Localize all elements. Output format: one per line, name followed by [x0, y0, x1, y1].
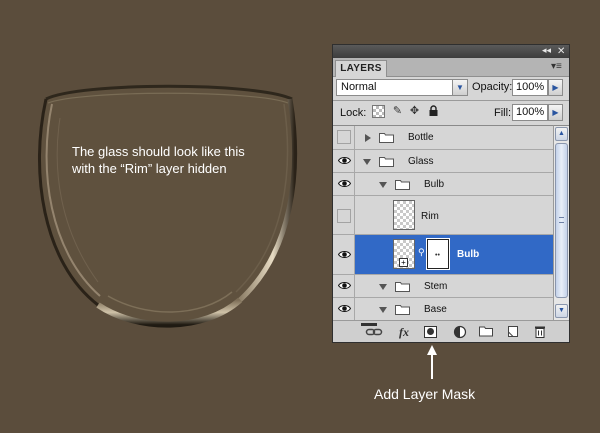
fill-field[interactable]: 100%	[512, 104, 548, 121]
new-group-button[interactable]	[477, 324, 495, 340]
scroll-grip-icon	[559, 217, 564, 223]
visibility-cell[interactable]	[333, 275, 355, 297]
eye-icon[interactable]	[338, 156, 351, 165]
layer-row-stem[interactable]: Stem	[333, 275, 553, 298]
eye-icon[interactable]	[338, 250, 351, 259]
lock-image-pixels-icon[interactable]: ✎	[391, 105, 404, 118]
collapse-arrow-icon[interactable]	[379, 307, 387, 313]
fill-label: Fill:	[494, 107, 512, 119]
layer-row-rim[interactable]: Rim	[333, 196, 553, 235]
lock-transparent-pixels-icon[interactable]	[372, 105, 385, 118]
collapse-arrow-icon[interactable]	[363, 159, 371, 165]
collapse-arrow-icon[interactable]	[379, 284, 387, 290]
expand-arrow-icon[interactable]	[365, 134, 371, 142]
mask-dots-icon: ••	[435, 252, 440, 259]
panel-titlebar[interactable]: ◂◂ ✕	[333, 45, 569, 58]
layer-row-bulb-group[interactable]: Bulb	[333, 173, 553, 196]
mask-circle-icon	[427, 328, 434, 335]
blend-mode-value: Normal	[341, 81, 377, 93]
layer-name: Bulb	[424, 179, 445, 190]
visibility-cell[interactable]	[333, 126, 355, 149]
new-layer-button[interactable]	[504, 324, 522, 340]
layer-style-button[interactable]: fx	[395, 324, 413, 340]
layer-name: Base	[424, 304, 447, 315]
visibility-cell[interactable]	[333, 173, 355, 195]
layer-row-base[interactable]: Base	[333, 298, 553, 320]
opacity-field[interactable]: 100%	[512, 79, 548, 96]
layer-name: Glass	[408, 156, 434, 167]
folder-icon	[379, 157, 394, 167]
link-icon[interactable]: ⚲	[418, 247, 425, 258]
blend-mode-select[interactable]: Normal ▼	[336, 79, 468, 96]
layer-name: Rim	[421, 211, 439, 222]
layer-row-glass[interactable]: Glass	[333, 150, 553, 173]
eye-icon[interactable]	[338, 304, 351, 313]
panel-tabbar: LAYERS ▾≡	[333, 58, 569, 77]
link-layers-button[interactable]	[365, 324, 383, 340]
eye-icon[interactable]	[338, 179, 351, 188]
collapse-arrow-icon[interactable]	[379, 182, 387, 188]
eye-icon[interactable]	[338, 281, 351, 290]
scroll-down-button[interactable]: ▼	[555, 304, 568, 318]
visibility-cell[interactable]	[333, 196, 355, 234]
layers-toolbar: fx	[333, 320, 569, 342]
layer-name: Bulb	[457, 249, 480, 260]
layer-name: Stem	[424, 281, 448, 292]
add-layer-mask-button[interactable]	[422, 324, 440, 340]
visibility-cell[interactable]	[333, 298, 355, 320]
panel-menu-icon[interactable]: ▾≡	[551, 60, 562, 74]
layer-thumbnail	[393, 200, 415, 230]
layers-list: Bottle Glass Bulb Rim + ⚲ •• Bulb Stem B…	[333, 125, 553, 320]
callout-label: Add Layer Mask	[374, 386, 476, 402]
chevron-down-icon[interactable]: ▼	[452, 80, 467, 95]
layer-mask-thumbnail[interactable]: ••	[426, 238, 450, 270]
folder-icon	[395, 180, 410, 190]
visibility-empty-box[interactable]	[337, 209, 351, 223]
folder-icon	[395, 282, 410, 292]
scroll-up-button[interactable]: ▲	[555, 127, 568, 141]
adjustment-layer-button[interactable]	[451, 324, 469, 340]
tab-layers[interactable]: LAYERS	[335, 60, 387, 77]
visibility-cell[interactable]	[333, 150, 355, 172]
opacity-slider-button[interactable]: ▶	[548, 79, 563, 96]
divider	[333, 100, 569, 101]
lock-label: Lock:	[340, 107, 367, 119]
visibility-empty-box[interactable]	[337, 130, 351, 144]
layers-panel: ◂◂ ✕ LAYERS ▾≡ Normal ▼ Opacity: 100% ▶ …	[332, 44, 570, 343]
folder-icon	[379, 133, 394, 143]
lock-all-icon[interactable]	[427, 105, 440, 118]
scroll-thumb[interactable]	[555, 143, 568, 298]
collapse-panel-button[interactable]: ◂◂	[542, 45, 551, 58]
lock-position-icon[interactable]: ✥	[408, 105, 421, 118]
delete-layer-button[interactable]	[531, 324, 549, 340]
layer-row-bottle[interactable]: Bottle	[333, 126, 553, 150]
visibility-cell[interactable]	[333, 235, 355, 274]
layer-row-bulb-selected[interactable]: + ⚲ •• Bulb	[333, 235, 553, 275]
layer-name: Bottle	[408, 132, 434, 143]
opacity-label: Opacity:	[472, 81, 513, 93]
fill-slider-button[interactable]: ▶	[548, 104, 563, 121]
folder-icon	[395, 305, 410, 315]
smart-object-icon: +	[399, 258, 408, 267]
close-panel-button[interactable]: ✕	[557, 45, 565, 58]
layers-scrollbar[interactable]: ▲ ▼	[553, 125, 569, 320]
